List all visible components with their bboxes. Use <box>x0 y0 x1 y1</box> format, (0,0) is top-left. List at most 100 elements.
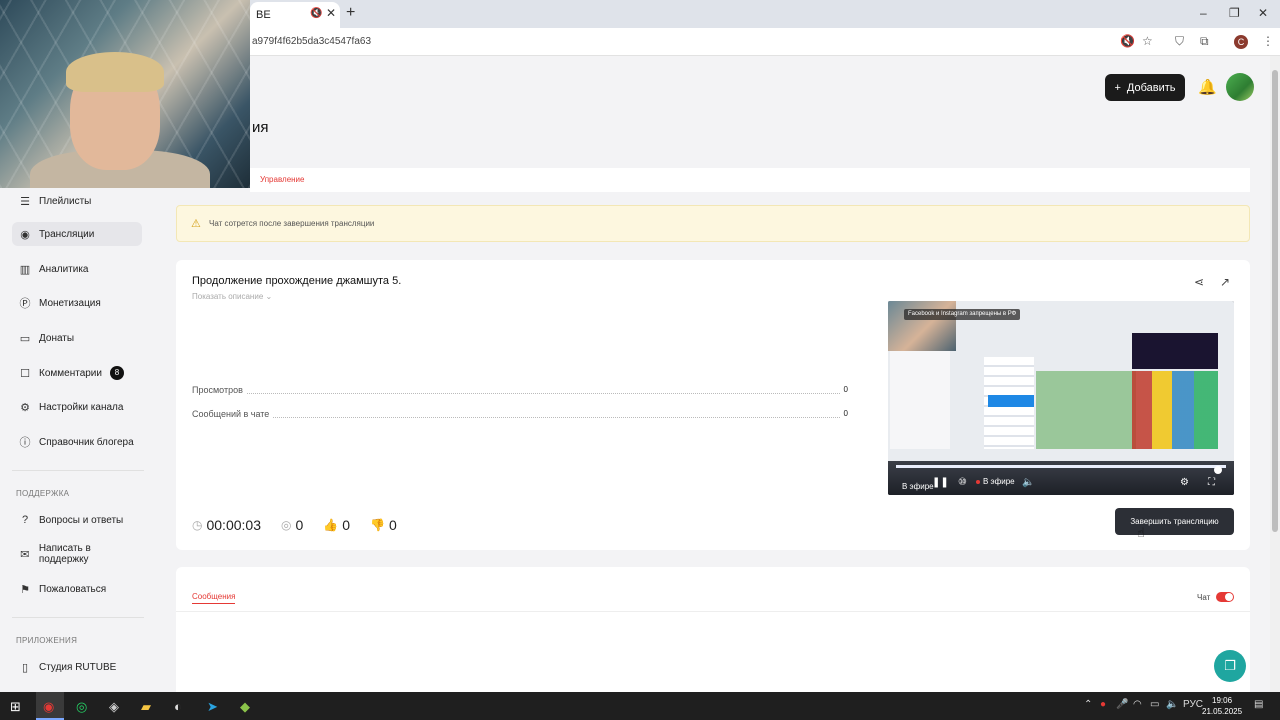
sidebar-item-label: Донаты <box>39 332 75 344</box>
user-avatar[interactable] <box>1226 73 1254 101</box>
telegram-icon[interactable]: ➤ <box>207 699 218 715</box>
chrome-icon[interactable]: ◉ <box>43 699 54 715</box>
viewers-icon: ◎ <box>280 518 292 532</box>
tab-close-icon[interactable]: ✕ <box>326 6 336 20</box>
apps-heading: ПРИЛОЖЕНИЯ <box>16 636 78 645</box>
preview-highlight <box>988 395 1034 407</box>
new-tab-icon[interactable]: + <box>346 4 355 22</box>
taskbar-clock[interactable]: 19:06 21.05.2025 <box>1202 695 1242 717</box>
live-badge: В эфире <box>976 477 1015 486</box>
browser-menu-icon[interactable]: ⋮ <box>1262 34 1274 48</box>
viewers-metric: ◎ 0 <box>281 517 303 533</box>
help-icon: ⓘ <box>19 437 31 449</box>
thumbs-down-icon: 👎 <box>370 518 385 532</box>
scrollbar-thumb[interactable] <box>1272 70 1278 532</box>
chat-toggle[interactable] <box>1216 592 1234 602</box>
chat-bubble-icon: ❐ <box>1224 658 1236 673</box>
question-icon: ? <box>21 514 29 526</box>
pause-icon[interactable]: ❚❚ <box>932 477 949 488</box>
sidebar-item-playlists[interactable]: ☰ Плейлисты <box>12 189 142 213</box>
preview-sidebar <box>890 349 950 449</box>
show-description-link[interactable]: Показать описание ⌄ <box>192 292 272 301</box>
sidebar-item-studio-app[interactable]: ▯ Студия RUTUBE <box>12 655 142 679</box>
speaker-icon[interactable]: 🔈 <box>1166 699 1178 710</box>
whatsapp-icon[interactable]: ◎ <box>76 699 87 715</box>
chat-toggle-label: Чат <box>1197 593 1211 602</box>
browser-profile-avatar[interactable]: C <box>1234 35 1248 49</box>
playlist-icon: ☰ <box>20 195 30 208</box>
microphone-icon[interactable]: 🎤 <box>1116 699 1128 710</box>
sidebar-item-label: Монетизация <box>39 297 101 309</box>
file-explorer-icon[interactable]: ▰ <box>141 699 151 715</box>
chat-card: Сообщения Чат <box>176 567 1250 697</box>
page-scrollbar[interactable] <box>1270 56 1280 692</box>
stat-label: Сообщений в чате <box>192 409 274 419</box>
duration-metric: ◷ 00:00:03 <box>192 517 261 533</box>
sidebar-item-label: Вопросы и ответы <box>39 514 124 526</box>
stat-label: Просмотров <box>192 385 247 395</box>
likes-metric: 👍 0 <box>323 517 350 533</box>
sidebar-item-label: Настройки канала <box>39 401 124 413</box>
player-progress[interactable] <box>896 465 1226 474</box>
stream-preview-player[interactable]: Facebook и Instagram запрещены в РФ ❚❚ ⑩… <box>888 301 1234 495</box>
sidebar-item-blogger-guide[interactable]: ⓘ Справочник блогера <box>12 430 142 454</box>
add-button[interactable]: + Добавить <box>1105 74 1185 101</box>
sidebar-item-label: Справочник блогера <box>39 436 134 448</box>
tray-app-icon[interactable]: ● <box>1100 699 1106 710</box>
wifi-icon[interactable]: ◠ <box>1133 699 1142 710</box>
browser-tab[interactable]: BE 🔇 ✕ <box>250 2 340 28</box>
bookmark-star-icon[interactable]: ☆ <box>1142 34 1153 48</box>
app-icon[interactable]: ◈ <box>109 699 119 715</box>
close-window-icon[interactable]: ✕ <box>1258 6 1268 20</box>
end-stream-button[interactable]: Завершить трансляцию <box>1115 508 1234 535</box>
webcam-person-hair <box>66 52 164 92</box>
share-icon[interactable]: ⋖ <box>1194 275 1204 289</box>
player-settings-icon[interactable]: ⚙ <box>1180 477 1189 488</box>
sidebar-item-label: Пожаловаться <box>39 583 107 595</box>
sidebar-item-comments[interactable]: ☐ Комментарии 8 <box>12 361 142 385</box>
notification-center-icon[interactable]: ▤ <box>1254 699 1263 710</box>
tab-messages[interactable]: Сообщения <box>192 592 236 604</box>
green-app-icon[interactable]: ◆ <box>240 699 250 715</box>
alert-text: Чат сотрется после завершения трансляции <box>209 219 375 228</box>
rewind-10-icon[interactable]: ⑩ <box>958 477 967 488</box>
preview-grid <box>1132 371 1218 449</box>
extensions-puzzle-icon[interactable]: ⧉ <box>1200 34 1209 49</box>
tab-manage[interactable]: Управление <box>260 175 304 184</box>
player-screen[interactable]: Facebook и Instagram запрещены в РФ <box>888 301 1234 461</box>
minimize-icon[interactable]: – <box>1200 6 1207 20</box>
sidebar-item-faq[interactable]: ? Вопросы и ответы <box>12 508 142 532</box>
open-external-icon[interactable]: ↗ <box>1220 275 1230 289</box>
sidebar-item-label: Плейлисты <box>39 195 92 207</box>
sidebar-item-report[interactable]: ⚑ Пожаловаться <box>12 577 142 601</box>
section-tabs: Управление <box>250 168 1250 192</box>
tray-expand-icon[interactable]: ⌃ <box>1084 699 1092 710</box>
restore-icon[interactable]: ❐ <box>1229 6 1240 20</box>
notifications-bell-icon[interactable]: 🔔 <box>1198 78 1217 96</box>
network-icon[interactable]: ▭ <box>1150 699 1159 710</box>
browser-tab-title: BE <box>256 9 271 21</box>
extension-shield-icon[interactable]: ⛉ <box>1175 34 1184 49</box>
windows-start-icon[interactable]: ⊞ <box>10 699 21 715</box>
fullscreen-icon[interactable]: ⛶ <box>1208 477 1215 488</box>
language-indicator[interactable]: РУС <box>1183 699 1203 710</box>
audio-muted-icon[interactable]: 🔇 <box>1120 34 1135 48</box>
volume-icon[interactable]: 🔈 <box>1022 477 1034 488</box>
stat-views: Просмотров 0 <box>192 385 848 397</box>
preview-video <box>1036 371 1136 449</box>
sidebar-item-monetization[interactable]: Ⓟ Монетизация <box>12 291 142 315</box>
support-chat-button[interactable]: ❐ <box>1214 650 1246 682</box>
live-badge-small: В эфире <box>902 482 934 491</box>
tab-mute-icon[interactable]: 🔇 <box>310 8 322 19</box>
sidebar-item-channel-settings[interactable]: ⚙ Настройки канала <box>12 395 142 419</box>
url-text[interactable]: a979f4f62b5da3c4547fa63 <box>252 36 371 47</box>
broadcast-icon: ◉ <box>20 228 30 241</box>
sidebar-item-analytics[interactable]: ▥ Аналитика <box>12 257 142 281</box>
progress-knob[interactable] <box>1214 466 1222 474</box>
sidebar-item-contact-support[interactable]: ✉ Написать в поддержку <box>12 542 142 566</box>
sidebar-item-broadcasts[interactable]: ◉ Трансляции <box>12 222 142 246</box>
support-heading: ПОДДЕРЖКА <box>16 489 70 498</box>
mail-icon: ✉ <box>20 548 30 561</box>
sidebar-item-donations[interactable]: ▭ Донаты <box>12 326 142 350</box>
obs-icon[interactable]: ◐ <box>174 699 182 714</box>
